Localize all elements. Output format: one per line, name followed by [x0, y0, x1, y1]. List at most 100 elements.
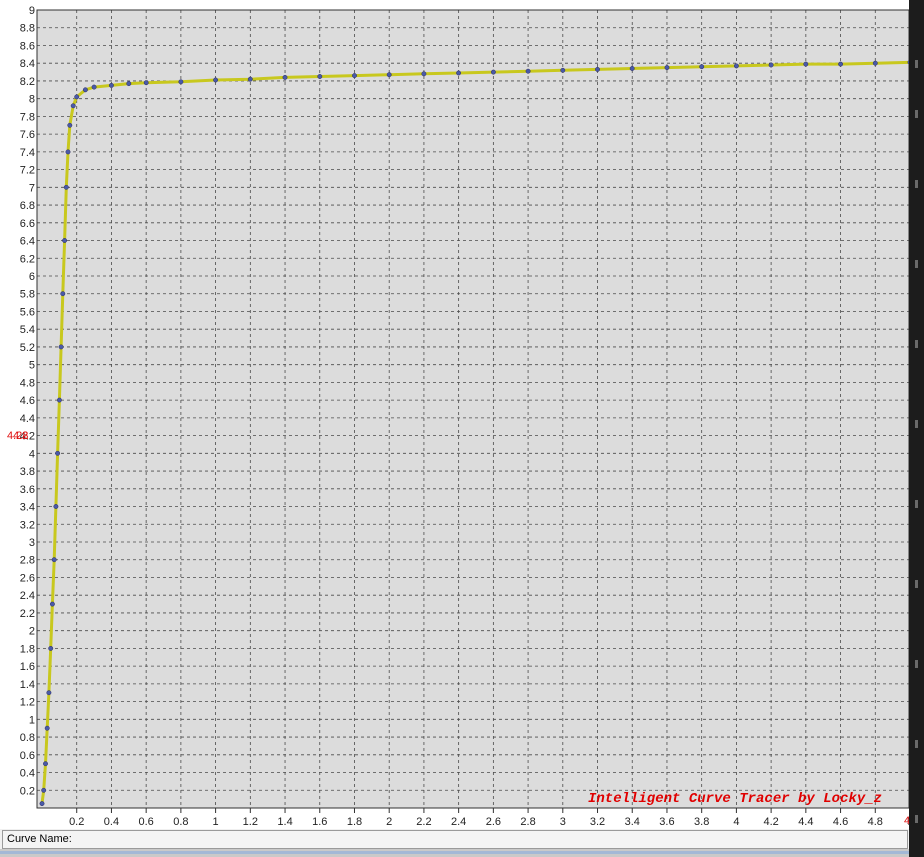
data-point — [46, 690, 52, 696]
data-point — [213, 77, 219, 83]
x-tick-label: 3.6 — [659, 816, 674, 828]
y-tick-label: 1 — [29, 714, 35, 726]
chart-canvas[interactable]: 0.2 0.4 0.6 0.8 1 1.2 1.4 1.6 1.8 2 2.2 2.4 2.6 2.8 3 3… — [0, 0, 909, 829]
x-tick-label: 2.2 — [416, 816, 431, 828]
data-point — [247, 76, 253, 82]
data-point — [43, 761, 48, 767]
data-point — [490, 69, 496, 75]
x-tick-label: 3.4 — [625, 816, 640, 828]
data-point — [282, 74, 288, 80]
y-tick-label: 6 — [29, 271, 35, 283]
y-tick-label: 1.6 — [20, 661, 35, 673]
data-point — [74, 94, 80, 100]
data-point — [733, 63, 739, 69]
x-tick-label: 2.6 — [486, 816, 501, 828]
data-point — [58, 344, 64, 350]
data-point — [317, 74, 323, 79]
data-point — [560, 67, 566, 73]
y-tick-label: 2.6 — [20, 572, 35, 584]
x-tick-label: 0.4 — [104, 816, 119, 828]
watermark-text: Intelligent Curve Tracer by Locky_z — [588, 791, 882, 807]
y-tick-label: 0.2 — [20, 785, 35, 797]
y-tick-label: 0.4 — [20, 768, 35, 780]
x-tick-label: 0.6 — [139, 816, 154, 828]
cursor-y-readout-overlap: 4.2 — [13, 430, 28, 442]
y-tick-label: 7 — [29, 182, 35, 194]
data-point — [67, 122, 73, 128]
x-tick-label: 4.6 — [833, 816, 848, 828]
y-tick-label: 0.8 — [20, 732, 35, 744]
y-tick-label: 0.6 — [20, 750, 35, 762]
data-point — [82, 87, 88, 93]
data-point — [63, 184, 69, 190]
y-tick-label: 5 — [29, 360, 35, 372]
y-tick-label: 1.8 — [20, 643, 35, 655]
x-tick-label: 2.4 — [451, 816, 466, 828]
y-tick-label: 8.2 — [20, 76, 35, 88]
y-tick-label: 4 — [29, 448, 35, 460]
x-tick-label: 1.8 — [347, 816, 362, 828]
y-tick-label: 4.6 — [20, 395, 35, 407]
y-tick-label: 7.2 — [20, 165, 35, 177]
x-tick-label: 1.4 — [277, 816, 292, 828]
y-tick-label: 7.8 — [20, 111, 35, 123]
x-tick-label: 4.8 — [868, 816, 883, 828]
data-point — [91, 84, 97, 90]
x-axis-ticks: 0.2 0.4 0.6 0.8 1 1.2 1.4 1.6 1.8 2 2.2 2.4 2.6 2.8 3 3… — [69, 808, 909, 828]
y-tick-label: 8.8 — [20, 23, 35, 35]
y-tick-label: 7.6 — [20, 129, 35, 141]
x-tick-label: 4.2 — [763, 816, 778, 828]
y-tick-label: 2.8 — [20, 555, 35, 567]
x-tick-label: 3 — [560, 816, 566, 828]
y-tick-label: 4.8 — [20, 377, 35, 389]
data-point — [126, 81, 132, 87]
data-point — [65, 149, 71, 155]
data-point — [108, 82, 114, 88]
data-point — [456, 70, 462, 76]
data-point — [595, 66, 600, 72]
data-point — [49, 601, 55, 607]
window-edge-bottom — [0, 849, 909, 857]
y-tick-label: 7.4 — [20, 147, 35, 159]
data-point — [48, 645, 54, 651]
data-point — [44, 725, 50, 731]
data-point — [60, 291, 66, 297]
x-tick-label: 1 — [213, 816, 219, 828]
y-tick-label: 8.4 — [20, 58, 35, 70]
y-tick-label: 2.2 — [20, 608, 35, 620]
x-tick-label: 0.2 — [69, 816, 84, 828]
y-tick-label: 3 — [29, 537, 35, 549]
y-tick-label: 9 — [29, 5, 35, 17]
data-point — [629, 66, 635, 71]
y-tick-label: 6.8 — [20, 200, 35, 212]
y-tick-label: 3.8 — [20, 466, 35, 478]
y-tick-label: 2 — [29, 626, 35, 638]
data-point — [768, 62, 774, 68]
window-edge-right — [909, 0, 924, 857]
data-point — [55, 450, 61, 456]
data-point — [39, 801, 45, 807]
y-tick-label: 4.4 — [20, 413, 35, 425]
x-tick-label: 1.2 — [243, 816, 258, 828]
status-bar: Curve Name: — [2, 830, 908, 849]
x-tick-label: 3.2 — [590, 816, 605, 828]
data-point — [41, 787, 47, 793]
y-tick-label: 5.6 — [20, 306, 35, 318]
x-tick-label: 1.6 — [312, 816, 327, 828]
y-tick-label: 2.4 — [20, 590, 35, 602]
data-point — [386, 72, 392, 78]
y-tick-label: 3.6 — [20, 484, 35, 496]
x-tick-label: 0.8 — [173, 816, 188, 828]
data-point — [664, 65, 670, 71]
y-axis-ticks: 0.2 0.4 0.6 0.8 1 1.2 1.4 1.6 1.8 2 2.2 2.4 2.6 2.8 3 3… — [20, 5, 35, 797]
y-tick-label: 5.2 — [20, 342, 35, 354]
y-tick-label: 5.4 — [20, 324, 35, 336]
data-point — [53, 504, 59, 509]
data-point — [143, 80, 149, 86]
y-tick-label: 8.6 — [20, 40, 35, 52]
x-tick-label: 2.8 — [520, 816, 535, 828]
x-tick-label: 4.4 — [798, 816, 813, 828]
data-point — [872, 60, 878, 66]
y-tick-label: 6.6 — [20, 218, 35, 230]
data-point — [525, 68, 531, 74]
